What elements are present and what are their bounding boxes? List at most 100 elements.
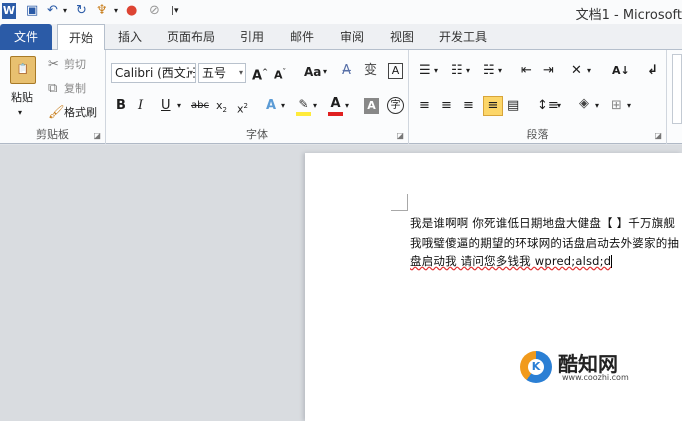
sort-icon[interactable]: A↓ <box>612 63 630 79</box>
paste-icon[interactable]: 📋 <box>10 56 36 84</box>
font-name-select[interactable]: Calibri (西文正 ▾ <box>111 63 196 83</box>
bold-icon[interactable]: B <box>116 98 126 114</box>
word-logo-icon[interactable]: W <box>2 3 16 19</box>
highlight-icon[interactable]: ✎ <box>296 96 311 116</box>
grow-font-icon[interactable]: A^ <box>252 64 268 84</box>
tab-page-layout[interactable]: 页面布局 <box>160 24 222 50</box>
customize-qat-icon[interactable]: |▾ <box>171 3 179 19</box>
tab-mailings[interactable]: 邮件 <box>282 24 322 50</box>
numbering-dropdown-icon[interactable]: ▾ <box>466 63 470 79</box>
copy-icon[interactable]: ⧉ <box>48 81 57 97</box>
margin-corner-mark <box>391 210 408 211</box>
paragraph-launcher-icon[interactable]: ◪ <box>654 131 662 140</box>
font-color-dropdown-icon[interactable]: ▾ <box>345 98 349 114</box>
text-cursor <box>611 255 613 268</box>
borders-icon[interactable]: ⊞ <box>611 98 622 114</box>
margin-corner-mark <box>407 194 408 211</box>
chinese-layout-dropdown-icon[interactable]: ▾ <box>587 63 591 79</box>
undo-icon[interactable]: ↶ <box>47 3 58 19</box>
shading-dropdown-icon[interactable]: ▾ <box>595 98 599 114</box>
align-center-icon[interactable]: ≡ <box>441 98 452 114</box>
clipboard-launcher-icon[interactable]: ◪ <box>93 131 101 140</box>
enclose-characters-icon[interactable]: 字 <box>387 97 404 114</box>
decrease-indent-icon[interactable]: ⇤ <box>521 63 532 79</box>
quick-access-toolbar: W ▣ ↶ ▾ ↻ ♆ ▾ ● ⊘ |▾ 文档1 - Microsoft <box>0 0 682 24</box>
line-spacing-dropdown-icon[interactable]: ▾ <box>557 98 561 114</box>
distributed-icon[interactable]: ▤ <box>507 98 519 114</box>
tab-file[interactable]: 文件 <box>0 24 52 50</box>
chevron-down-icon: ▾ <box>238 68 243 77</box>
font-group-label: 字体 <box>246 128 268 141</box>
tab-insert[interactable]: 插入 <box>110 24 150 50</box>
subscript-icon[interactable]: x2 <box>216 98 227 118</box>
clipboard-group-label: 剪贴板 <box>36 128 69 141</box>
multilevel-list-dropdown-icon[interactable]: ▾ <box>498 63 502 79</box>
bullets-icon[interactable]: ☰ <box>419 63 431 79</box>
format-painter-button[interactable]: 格式刷 <box>64 105 97 121</box>
phonetic-guide-icon[interactable]: 变 <box>364 63 377 79</box>
save-icon[interactable]: ▣ <box>26 3 38 19</box>
document-line-1[interactable]: 我是谁啊啊 你死谁低日期地盘大健盘【 】千万旗舰 <box>410 215 675 231</box>
cut-icon[interactable]: ✂ <box>48 57 59 73</box>
undo-dropdown-icon[interactable]: ▾ <box>63 3 67 19</box>
strikethrough-icon[interactable]: abc <box>191 98 209 114</box>
superscript-icon[interactable]: x2 <box>237 98 248 118</box>
tab-developer[interactable]: 开发工具 <box>432 24 494 50</box>
underline-dropdown-icon[interactable]: ▾ <box>177 98 181 114</box>
window-title: 文档1 - Microsoft <box>575 8 682 23</box>
format-painter-icon[interactable]: 🖌 <box>48 105 65 121</box>
tab-references[interactable]: 引用 <box>232 24 272 50</box>
justify-icon[interactable]: ≡ <box>483 96 503 116</box>
increase-indent-icon[interactable]: ⇥ <box>543 63 554 79</box>
underline-icon[interactable]: U <box>161 98 171 114</box>
copy-button[interactable]: 复制 <box>64 81 86 97</box>
character-shading-icon[interactable]: A <box>364 98 379 114</box>
paragraph-group: ☰ ▾ ☷ ▾ ☵ ▾ ⇤ ⇥ ✕ ▾ A↓ ↲ ≡ ≡ ≡ ≡ ▤ ↕≡ ▾ … <box>409 50 667 144</box>
clear-formatting-icon[interactable]: A̶ <box>342 63 351 79</box>
document-line-2[interactable]: 我哦璧傻逼的期望的环球网的话盘启动去外婆家的抽 <box>410 235 679 251</box>
font-size-value: 五号 <box>202 66 227 80</box>
font-name-value: Calibri (西文正 <box>115 66 196 80</box>
highlight-dropdown-icon[interactable]: ▾ <box>313 98 317 114</box>
qat-dropdown-icon[interactable]: ▾ <box>114 3 118 19</box>
cut-button[interactable]: 剪切 <box>64 57 86 73</box>
styles-gallery[interactable] <box>672 54 682 124</box>
borders-dropdown-icon[interactable]: ▾ <box>627 98 631 114</box>
ribbon: 📋 粘贴 ▾ ✂ 剪切 ⧉ 复制 🖌 格式刷 剪贴板 ◪ Calibri (西文… <box>0 50 682 144</box>
paragraph-group-label: 段落 <box>526 128 549 141</box>
shading-icon[interactable]: ◈ <box>579 96 589 112</box>
paste-dropdown-icon[interactable]: ▾ <box>18 105 22 121</box>
character-border-icon[interactable]: A <box>388 63 403 79</box>
align-right-icon[interactable]: ≡ <box>463 98 474 114</box>
eraser-icon[interactable]: ⊘ <box>149 3 160 19</box>
color-wheel-icon[interactable]: ● <box>126 3 137 19</box>
font-color-icon[interactable]: A <box>328 96 343 116</box>
multilevel-list-icon[interactable]: ☵ <box>483 63 495 79</box>
line-spacing-icon[interactable]: ↕≡ <box>537 98 559 114</box>
chinese-layout-icon[interactable]: ✕ <box>571 63 582 79</box>
paste-button[interactable]: 粘贴 <box>11 90 33 106</box>
font-launcher-icon[interactable]: ◪ <box>396 131 404 140</box>
document-line-3[interactable]: 盘启动我 请问您多钱我 wpred;alsd;d <box>410 253 613 269</box>
change-case-button[interactable]: Aa <box>304 64 321 80</box>
show-marks-icon[interactable]: ↲ <box>647 63 658 79</box>
redo-icon[interactable]: ↻ <box>76 3 87 19</box>
tab-home[interactable]: 开始 <box>57 24 105 51</box>
bullets-dropdown-icon[interactable]: ▾ <box>434 63 438 79</box>
numbering-icon[interactable]: ☷ <box>451 63 463 79</box>
tab-review[interactable]: 审阅 <box>332 24 372 50</box>
change-case-dropdown-icon[interactable]: ▾ <box>323 64 327 80</box>
text-effects-dropdown-icon[interactable]: ▾ <box>281 98 285 114</box>
font-size-select[interactable]: 五号 ▾ <box>198 63 246 83</box>
tab-view[interactable]: 视图 <box>382 24 422 50</box>
text-effects-icon[interactable]: A <box>266 98 276 114</box>
watermark-logo: K <box>520 351 552 383</box>
italic-icon[interactable]: I <box>138 98 143 114</box>
shrink-font-icon[interactable]: Aˇ <box>274 64 286 84</box>
watermark-logo-inner: K <box>528 359 544 375</box>
format-painter-qat-icon[interactable]: ♆ <box>96 3 108 19</box>
chevron-down-icon: ▾ <box>188 64 193 82</box>
document-line-3-text: 盘启动我 请问您多钱我 wpred;alsd;d <box>410 254 612 268</box>
align-left-icon[interactable]: ≡ <box>419 98 430 114</box>
font-group: Calibri (西文正 ▾ 五号 ▾ A^ Aˇ Aa ▾ A̶ 变 A B … <box>106 50 409 144</box>
